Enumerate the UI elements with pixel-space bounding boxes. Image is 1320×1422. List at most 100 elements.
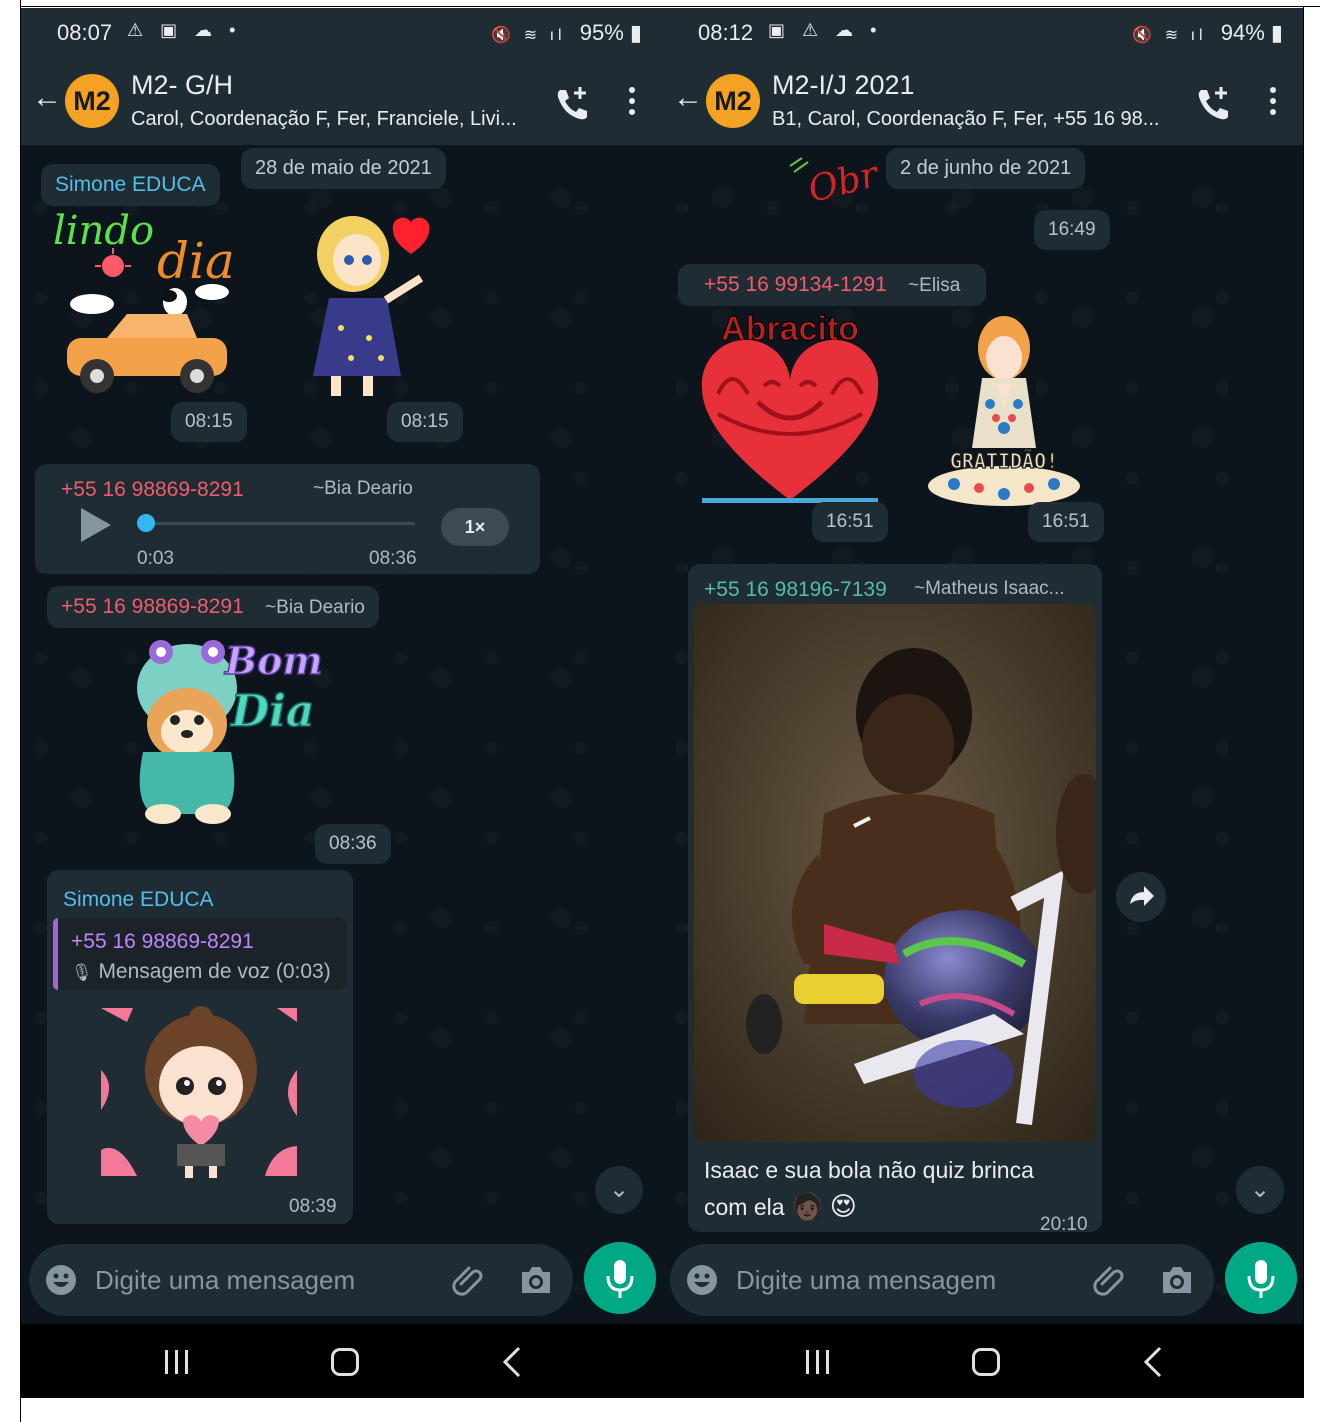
mic-icon[interactable] [584, 1242, 656, 1314]
status-right: 🔇 ≋ ıl 95% ▮ [491, 20, 642, 46]
partial-sticker-text: Obr [804, 154, 883, 211]
home-icon[interactable] [331, 1348, 359, 1376]
heart-eyes-emoji: 😍 [829, 1191, 857, 1221]
chat-screen-right: 08:12 ▣ ⚠ ☁ • 🔇 ≋ ıl 94% ▮ ← M2 M2-I/J 2… [662, 8, 1303, 1324]
message-time: 16:49 [1034, 210, 1110, 250]
chat-title[interactable]: M2- G/H [131, 70, 233, 101]
sender-name[interactable]: Simone EDUCA [63, 888, 214, 912]
photo-attachment[interactable] [694, 604, 1096, 1142]
chat-participants[interactable]: B1, Carol, Coordenação F, Fer, +55 16 98… [772, 108, 1167, 131]
message-time: 20:10 [1040, 1214, 1088, 1235]
photo-caption: Isaac e sua bola não quiz brinca com ela… [704, 1152, 1034, 1225]
chevron-double-down-icon[interactable]: ⌄ [1236, 1166, 1284, 1214]
audio-duration: 0:03 [137, 548, 174, 569]
chat-participants[interactable]: Carol, Coordenação F, Fer, Franciele, Li… [131, 108, 526, 131]
sender-phone[interactable]: +55 16 98869-8291 [61, 478, 244, 502]
more-vert-icon[interactable] [626, 84, 638, 120]
mic-icon[interactable] [1225, 1242, 1297, 1314]
frame-line-right [1303, 6, 1304, 1398]
girl-holding-heart-sticker[interactable] [101, 1000, 301, 1180]
chat-title[interactable]: M2-I/J 2021 [772, 70, 915, 101]
chevron-double-down-icon[interactable]: ⌄ [595, 1166, 643, 1214]
camera-icon[interactable] [1160, 1264, 1194, 1296]
quoted-sender: +55 16 98869-8291 [71, 930, 254, 953]
sticker-text: GRATIDÃO! [950, 449, 1058, 473]
battery-level: 95% [579, 20, 624, 45]
emoji-icon[interactable] [686, 1264, 718, 1296]
home-icon[interactable] [972, 1348, 1000, 1376]
bom-dia-dog-sticker[interactable]: Bom Dia [113, 632, 323, 828]
svg-text:lindo: lindo [53, 208, 154, 254]
sender-pushname: ~Matheus Isaac... [914, 578, 1065, 599]
system-nav-bar [21, 1324, 662, 1398]
signal-icons: 🔇 ≋ ıl [1132, 27, 1207, 44]
message-time: 08:15 [387, 402, 463, 442]
back-arrow-icon[interactable]: ← [670, 80, 706, 116]
photo-message-bubble[interactable]: +55 16 98196-7139 ~Matheus Isaac... Isaa… [688, 564, 1102, 1235]
sender-header: +55 16 99134-1291 ~Elisa [678, 264, 987, 306]
svg-text:Dia: Dia [229, 686, 314, 737]
add-call-icon[interactable] [1193, 84, 1233, 124]
status-bar: 08:12 ▣ ⚠ ☁ • 🔇 ≋ ıl 94% ▮ [662, 8, 1303, 58]
play-icon[interactable] [81, 508, 111, 542]
mic-small-icon: 🎙 [71, 963, 93, 982]
message-input[interactable] [95, 1258, 435, 1302]
audio-seek-thumb[interactable] [137, 514, 155, 532]
date-divider: 28 de maio de 2021 [241, 148, 446, 189]
quoted-text-label: Mensagem de voz (0:03) [98, 960, 331, 983]
message-time: 08:39 [289, 1196, 337, 1217]
caption-line-1: Isaac e sua bola não quiz brinca [704, 1157, 1034, 1183]
partial-sticker[interactable]: Obr [788, 142, 898, 212]
message-composer[interactable] [670, 1244, 1214, 1316]
add-call-icon[interactable] [552, 84, 592, 124]
sender-pushname: ~Bia Deario [265, 597, 365, 618]
battery-icon: ▮ [1270, 20, 1283, 45]
lindo-dia-sticker[interactable]: lindo dia [47, 204, 237, 394]
back-arrow-icon[interactable]: ← [29, 80, 65, 116]
sender-phone[interactable]: +55 16 99134-1291 [704, 273, 887, 296]
quote-accent-bar [53, 918, 58, 990]
nav-back-icon[interactable] [1142, 1346, 1164, 1378]
chat-screen-left: 08:07 ⚠ ▣ ☁ • 🔇 ≋ ıl 95% ▮ ← M2 M2- G/H … [21, 8, 662, 1324]
sender-header: +55 16 98869-8291 ~Bia Deario [47, 586, 379, 628]
forward-icon[interactable] [1116, 872, 1166, 922]
signal-icons: 🔇 ≋ ıl [491, 27, 566, 44]
sender-pushname: ~Elisa [908, 275, 961, 296]
system-nav-bar [662, 1324, 1303, 1398]
battery-icon: ▮ [629, 20, 642, 45]
date-divider: 2 de junho de 2021 [886, 148, 1086, 189]
reply-message-bubble[interactable]: Simone EDUCA +55 16 98869-8291 🎙 Mensage… [47, 870, 353, 1224]
sender-name[interactable]: Simone EDUCA [41, 164, 220, 206]
person-emoji: 🧑🏿 [790, 1191, 824, 1221]
status-time: 08:12 [698, 20, 754, 45]
chat-header[interactable]: ← M2 M2- G/H Carol, Coordenação F, Fer, … [21, 58, 662, 145]
recents-icon[interactable] [806, 1350, 832, 1374]
camera-icon[interactable] [519, 1264, 553, 1296]
sender-phone[interactable]: +55 16 98869-8291 [61, 595, 244, 618]
sender-pushname: ~Bia Deario [313, 478, 413, 499]
message-time: 08:36 [369, 548, 417, 569]
notification-icons: ⚠ ▣ ☁ • [127, 20, 242, 40]
audio-message-bubble[interactable]: +55 16 98869-8291 ~Bia Deario 0:03 08:36… [35, 464, 540, 574]
girl-heart-sticker[interactable] [291, 208, 441, 398]
quoted-message[interactable]: +55 16 98869-8291 🎙 Mensagem de voz (0:0… [53, 918, 347, 990]
more-vert-icon[interactable] [1267, 84, 1279, 120]
quoted-text: 🎙 Mensagem de voz (0:03) [71, 960, 331, 984]
chat-header[interactable]: ← M2 M2-I/J 2021 B1, Carol, Coordenação … [662, 58, 1303, 145]
emoji-icon[interactable] [45, 1264, 77, 1296]
sender-phone[interactable]: +55 16 98196-7139 [704, 578, 887, 602]
paperclip-icon[interactable] [451, 1262, 487, 1298]
group-avatar[interactable]: M2 [65, 74, 119, 128]
audio-seekbar[interactable] [139, 522, 415, 525]
gratidao-yoga-sticker[interactable]: GRATIDÃO! [924, 308, 1084, 508]
nav-back-icon[interactable] [501, 1346, 523, 1378]
abracito-heart-sticker[interactable]: Abracito [698, 304, 882, 504]
playback-speed-button[interactable]: 1× [441, 508, 509, 546]
group-avatar[interactable]: M2 [706, 74, 760, 128]
message-input[interactable] [736, 1258, 1076, 1302]
message-composer[interactable] [29, 1244, 573, 1316]
battery-level: 94% [1220, 20, 1265, 45]
paperclip-icon[interactable] [1092, 1262, 1128, 1298]
recents-icon[interactable] [165, 1350, 191, 1374]
status-right: 🔇 ≋ ıl 94% ▮ [1132, 20, 1283, 46]
